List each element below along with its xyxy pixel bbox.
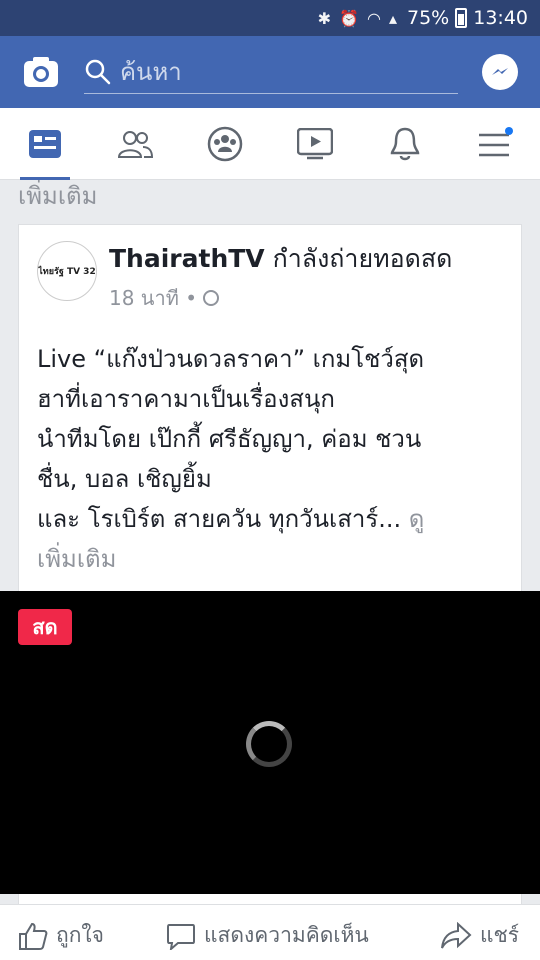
tab-watch[interactable]	[270, 108, 360, 180]
friends-icon	[117, 131, 154, 158]
groups-icon	[207, 126, 243, 162]
battery-percent: 75%	[407, 7, 450, 29]
share-label: แชร์	[480, 923, 520, 947]
bluetooth-icon: ✱	[317, 8, 332, 28]
tab-menu[interactable]	[450, 108, 540, 180]
tab-notifications[interactable]	[360, 108, 450, 180]
search-input[interactable]	[112, 57, 442, 86]
search-bar[interactable]	[84, 50, 458, 94]
like-button[interactable]: ถูกใจ	[18, 919, 104, 952]
see-more-link-a[interactable]: ดู	[409, 505, 425, 533]
tab-news-feed[interactable]	[0, 108, 90, 180]
tab-bar	[0, 108, 540, 180]
menu-badge	[505, 127, 513, 135]
status-bar: ✱ ⏰ ◠ ▴ 75% 13:40	[0, 0, 540, 36]
tab-friends[interactable]	[90, 108, 180, 180]
post-text-line: นำทีมโดย เป๊กกี้ ศรีธัญญา, ค่อม ชวน	[37, 425, 422, 453]
share-button[interactable]: แชร์	[440, 919, 519, 952]
post-text-line: Live “แก๊งป่วนดวลราคา” เกมโชว์สุด	[37, 345, 425, 373]
see-more-link[interactable]: เพิ่มเติม	[37, 539, 507, 579]
messenger-icon	[492, 68, 508, 75]
post-text-line: ชื่น, บอล เชิญยิ้ม	[37, 465, 212, 493]
like-label: ถูกใจ	[56, 923, 104, 947]
status-icons: ✱ ⏰ ◠ ▴	[318, 9, 397, 28]
watch-icon	[297, 128, 333, 160]
comment-label: แสดงความคิดเห็น	[204, 923, 369, 947]
camera-button[interactable]	[22, 53, 60, 91]
signal-icon: ▴	[388, 8, 397, 28]
live-status-text: กำลังถ่ายทอดสด	[264, 244, 453, 273]
comment-icon	[167, 923, 195, 950]
post-title: ThairathTV กำลังถ่ายทอดสด	[109, 243, 519, 276]
thairath-logo: ไทยรัฐ TV 32	[38, 267, 96, 277]
alarm-icon: ⏰	[339, 8, 359, 28]
share-icon	[441, 921, 472, 948]
camera-icon	[24, 57, 58, 87]
messenger-button[interactable]	[482, 54, 518, 90]
thumbs-up-icon	[19, 922, 48, 950]
globe-icon	[203, 289, 220, 306]
wifi-icon: ◠	[367, 8, 381, 28]
menu-icon	[479, 127, 513, 157]
tab-groups[interactable]	[180, 108, 270, 180]
live-video-player[interactable]: สด	[0, 591, 540, 894]
news-feed-icon	[29, 130, 61, 158]
see-more-link-previous[interactable]: เพิ่มเติม	[18, 180, 97, 215]
notifications-icon	[390, 127, 420, 161]
search-icon	[85, 59, 111, 84]
post-header: ThairathTV กำลังถ่ายทอดสด 18 นาที •	[109, 243, 519, 314]
live-badge: สด	[18, 609, 72, 645]
post-meta: 18 นาที •	[109, 282, 519, 314]
post-timestamp[interactable]: 18 นาที •	[109, 282, 197, 314]
top-bar	[0, 36, 540, 108]
clock: 13:40	[473, 7, 528, 29]
post-text: Live “แก๊งป่วนดวลราคา” เกมโชว์สุด ฮาที่เ…	[37, 339, 507, 579]
post-text-line: และ โรเบิร์ต สายควัน ทุกวันเสาร์... ดู	[37, 505, 425, 533]
post-actions: ถูกใจ แสดงความคิดเห็น แชร์	[0, 904, 540, 960]
comment-button[interactable]: แสดงความคิดเห็น	[166, 919, 369, 952]
page-avatar[interactable]: ไทยรัฐ TV 32	[37, 241, 97, 301]
page-name-link[interactable]: ThairathTV	[109, 244, 265, 273]
loading-spinner-icon	[246, 721, 292, 767]
post-text-line: ฮาที่เอาราคามาเป็นเรื่องสนุก	[37, 385, 335, 413]
battery-icon	[455, 8, 468, 28]
